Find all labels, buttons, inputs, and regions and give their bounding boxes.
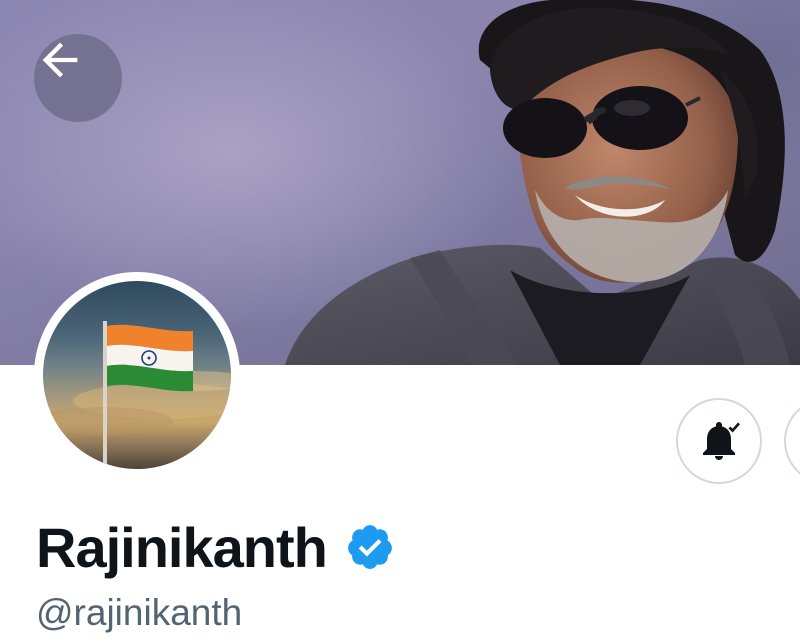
avatar-image [43, 281, 231, 469]
bell-check-icon [703, 422, 740, 460]
more-options-button[interactable] [784, 398, 800, 484]
notifications-toggle-button[interactable] [676, 398, 762, 484]
profile-display-name: Rajinikanth [36, 515, 328, 579]
verified-badge-icon[interactable] [345, 522, 395, 572]
profile-handle: @rajinikanth [36, 592, 243, 633]
profile-name-row: Rajinikanth [36, 512, 395, 582]
india-flag [43, 321, 231, 469]
arrow-left-icon [42, 42, 78, 78]
profile-page: Rajinikanth @rajinikanth [0, 0, 800, 643]
profile-avatar[interactable] [34, 272, 240, 478]
back-button[interactable] [34, 34, 122, 122]
